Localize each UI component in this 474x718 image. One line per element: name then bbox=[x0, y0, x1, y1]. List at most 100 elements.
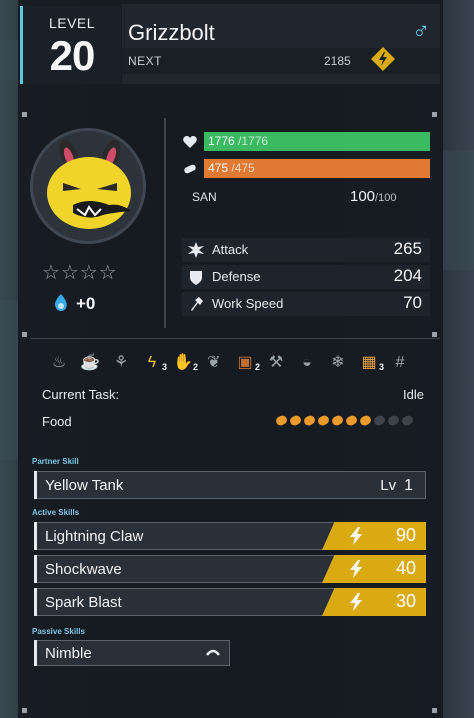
food-label: Food bbox=[42, 414, 72, 429]
attack-icon bbox=[188, 242, 204, 258]
active-skill-row[interactable]: Lightning Claw 90 bbox=[34, 522, 426, 550]
sp-current: 475 bbox=[208, 161, 229, 175]
food-meter bbox=[274, 414, 424, 428]
mining-icon: ⚒ bbox=[268, 354, 284, 371]
skill-power: 90 bbox=[395, 525, 416, 545]
sp-max: /475 bbox=[231, 161, 255, 175]
rank-up-chevron-icon bbox=[206, 649, 220, 656]
food-pip bbox=[386, 414, 401, 427]
pal-soul-icon bbox=[55, 294, 67, 311]
stat-row-defense: Defense 204 bbox=[182, 265, 430, 289]
name-box: Grizzbolt ♂ NEXT 2185 bbox=[122, 4, 440, 84]
sp-text: 475 /475 bbox=[208, 161, 255, 175]
pal-portrait bbox=[30, 128, 146, 244]
hp-text: 1776 /1776 bbox=[208, 134, 268, 148]
stat-label: Work Speed bbox=[212, 296, 284, 311]
lumbering-icon: ▣ 2 bbox=[234, 352, 260, 374]
stat-value: 204 bbox=[393, 266, 422, 285]
frame-corner bbox=[432, 332, 437, 337]
stat-row-work-speed: Work Speed 70 bbox=[182, 292, 430, 316]
handiwork-level: 2 bbox=[192, 362, 198, 372]
male-icon: ♂ bbox=[412, 18, 430, 45]
active-skill-name: Spark Blast bbox=[45, 594, 122, 611]
electric-element-icon bbox=[371, 47, 395, 71]
passive-skill-row[interactable]: Nimble bbox=[34, 640, 230, 666]
active-skill-row[interactable]: Shockwave 40 bbox=[34, 555, 426, 583]
background-shape bbox=[0, 300, 18, 460]
cooling-icon: ❄ bbox=[331, 354, 345, 371]
frame-corner bbox=[22, 708, 27, 713]
lv-value: 1 bbox=[404, 477, 413, 494]
next-label: NEXT bbox=[128, 54, 163, 68]
heart-icon bbox=[183, 136, 197, 148]
medicine-icon: ◒ bbox=[302, 354, 312, 371]
active-skills-section-label: Active Skills bbox=[32, 508, 80, 517]
level-value: 20 bbox=[49, 32, 96, 79]
partner-skill-row[interactable]: Yellow Tank Lv 1 bbox=[34, 471, 426, 499]
electric-element-icon bbox=[350, 593, 362, 611]
grizzbolt-portrait-image bbox=[47, 139, 131, 229]
stat-value: 70 bbox=[403, 293, 422, 312]
transporting-level: 3 bbox=[378, 362, 384, 372]
skill-power-badge: 90 bbox=[322, 522, 426, 550]
food-pip bbox=[274, 414, 289, 427]
current-task-label: Current Task: bbox=[42, 387, 120, 402]
lumbering-level: 2 bbox=[254, 362, 260, 372]
next-exp-bar: NEXT 2185 bbox=[122, 47, 440, 74]
food-pip bbox=[316, 414, 331, 427]
partner-skill-name: Yellow Tank bbox=[45, 477, 124, 494]
food-pip bbox=[358, 414, 373, 427]
divider bbox=[164, 118, 166, 328]
food-pip bbox=[344, 414, 359, 427]
farming-icon: # bbox=[395, 354, 405, 371]
frame-corner bbox=[432, 708, 437, 713]
skill-power: 30 bbox=[395, 591, 416, 611]
stat-row-attack: Attack 265 bbox=[182, 238, 430, 262]
san-max: /100 bbox=[375, 192, 397, 204]
gathering-icon: ❦ bbox=[207, 354, 221, 371]
transporting-icon: ▦ 3 bbox=[358, 352, 384, 374]
active-skill-row[interactable]: Spark Blast 30 bbox=[34, 588, 426, 616]
work-suitability-row: ♨ ☕ ⚘ ϟ3 ✋ 2 ❦ ▣ 2 ⚒ ◒ ❄ ▦ 3 # bbox=[48, 352, 428, 376]
electric-element-icon bbox=[350, 560, 362, 578]
planting-icon: ⚘ bbox=[113, 354, 129, 371]
active-skill-name: Lightning Claw bbox=[45, 528, 144, 545]
current-task-value: Idle bbox=[403, 387, 424, 402]
level-label: LEVEL bbox=[48, 15, 96, 31]
partner-skill-level: Lv 1 bbox=[380, 477, 413, 495]
kindling-icon: ♨ bbox=[51, 354, 67, 371]
electricity-icon: ϟ3 bbox=[141, 352, 167, 374]
active-skill-name: Shockwave bbox=[45, 561, 122, 578]
food-pip bbox=[372, 414, 387, 427]
food-pip bbox=[400, 414, 415, 427]
partner-skill-section-label: Partner Skill bbox=[32, 457, 79, 466]
stat-value: 265 bbox=[393, 239, 422, 258]
stat-label: Defense bbox=[212, 269, 261, 284]
san-value: 100/100 bbox=[350, 188, 396, 205]
watering-icon: ☕ bbox=[80, 354, 100, 371]
food-pip bbox=[330, 414, 345, 427]
passive-skill-name: Nimble bbox=[45, 645, 92, 662]
hp-max: /1776 bbox=[238, 134, 269, 148]
frame-corner bbox=[22, 332, 27, 337]
food-pip bbox=[288, 414, 303, 427]
sp-bar: 475 /475 bbox=[204, 159, 430, 178]
stamina-icon bbox=[184, 164, 196, 174]
food-pip bbox=[302, 414, 317, 427]
passive-skills-section-label: Passive Skills bbox=[32, 627, 85, 636]
skill-power-badge: 30 bbox=[322, 588, 426, 616]
frame-corner bbox=[22, 112, 27, 117]
rank-stars: ☆☆☆☆ bbox=[42, 262, 118, 284]
background-shape bbox=[0, 40, 18, 80]
pal-name[interactable]: Grizzbolt bbox=[128, 20, 215, 46]
stat-label: Attack bbox=[212, 242, 249, 257]
frame-corner bbox=[432, 112, 437, 117]
san-label: SAN bbox=[192, 190, 217, 204]
work-speed-icon bbox=[191, 297, 203, 311]
hp-current: 1776 bbox=[208, 134, 235, 148]
skill-power-badge: 40 bbox=[322, 555, 426, 583]
skill-power: 40 bbox=[395, 558, 416, 578]
san-current: 100 bbox=[350, 188, 376, 205]
divider bbox=[30, 338, 440, 339]
level-box: LEVEL 20 bbox=[20, 6, 121, 84]
